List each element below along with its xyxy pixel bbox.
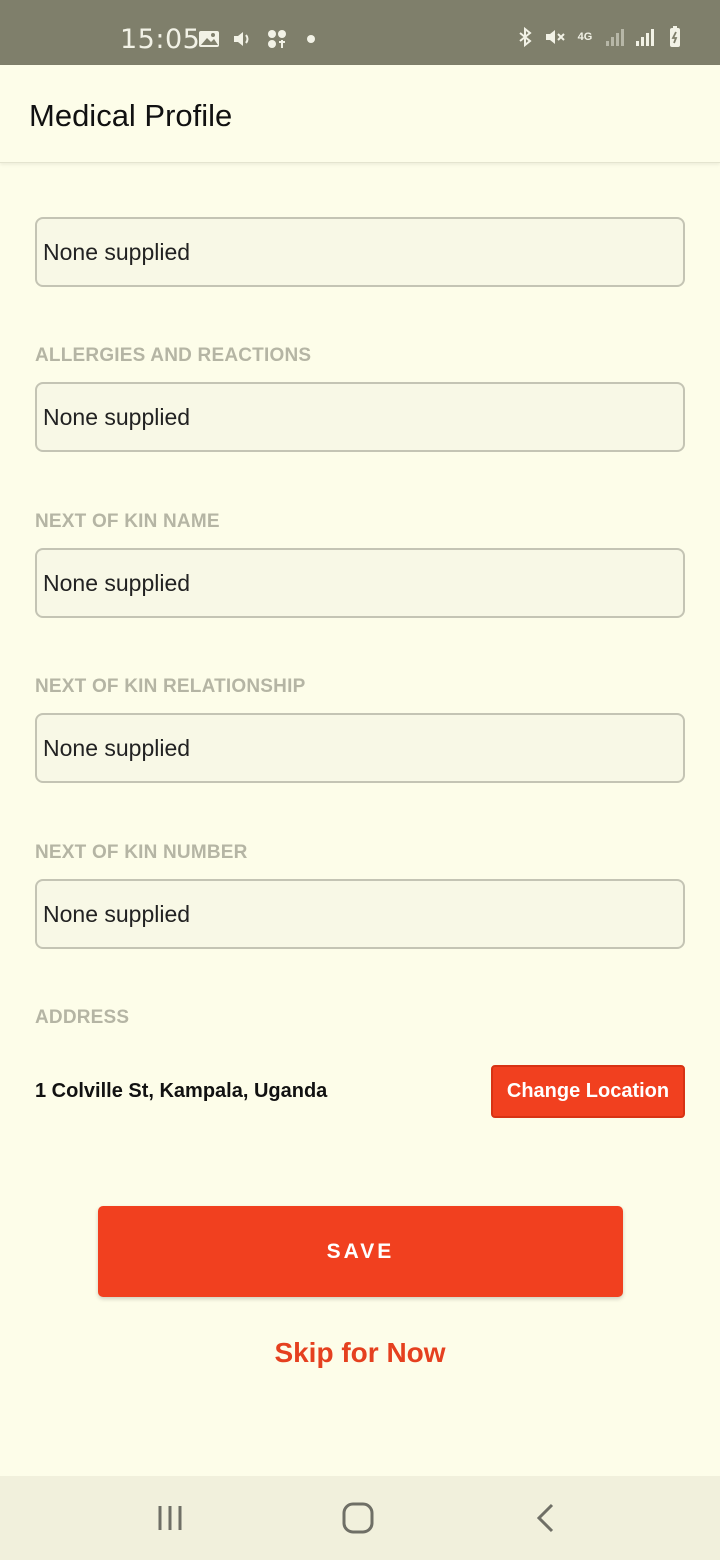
status-right-icons: 4G — [514, 26, 686, 48]
address-value: 1 Colville St, Kampala, Uganda — [35, 1080, 328, 1102]
save-button[interactable]: SAVE — [98, 1206, 623, 1297]
app-notification-icon — [266, 28, 288, 50]
change-location-button[interactable]: Change Location — [491, 1065, 685, 1118]
next-of-kin-number-label: NEXT OF KIN NUMBER — [35, 842, 248, 863]
home-icon[interactable] — [338, 1498, 378, 1538]
skip-for-now-link[interactable]: Skip for Now — [0, 1337, 720, 1369]
dot-icon — [300, 28, 322, 50]
system-nav-bar — [0, 1476, 720, 1560]
next-of-kin-name-label: NEXT OF KIN NAME — [35, 511, 220, 532]
page-title: Medical Profile — [29, 98, 233, 133]
volume-icon — [232, 28, 254, 50]
next-of-kin-name-input[interactable] — [35, 548, 685, 618]
status-bar: 15:05 4G — [0, 0, 720, 65]
address-label: ADDRESS — [35, 1007, 130, 1028]
mute-icon — [544, 26, 566, 48]
signal-icon — [604, 26, 626, 48]
status-time: 15:05 — [120, 24, 201, 55]
status-left-icons — [198, 28, 322, 50]
allergies-input[interactable] — [35, 382, 685, 452]
medical-conditions-input[interactable] — [35, 217, 685, 287]
bluetooth-icon — [514, 26, 536, 48]
next-of-kin-number-input[interactable] — [35, 879, 685, 949]
battery-icon — [664, 26, 686, 48]
app-bar: Medical Profile — [0, 65, 720, 163]
network-label: 4G — [577, 31, 593, 43]
next-of-kin-relationship-label: NEXT OF KIN RELATIONSHIP — [35, 676, 306, 697]
back-icon[interactable] — [526, 1498, 566, 1538]
signal-icon — [634, 26, 656, 48]
next-of-kin-relationship-input[interactable] — [35, 713, 685, 783]
allergies-label: ALLERGIES AND REACTIONS — [35, 345, 312, 366]
4g-icon: 4G — [574, 26, 596, 48]
image-icon — [198, 28, 220, 50]
recent-apps-icon[interactable] — [150, 1498, 190, 1538]
